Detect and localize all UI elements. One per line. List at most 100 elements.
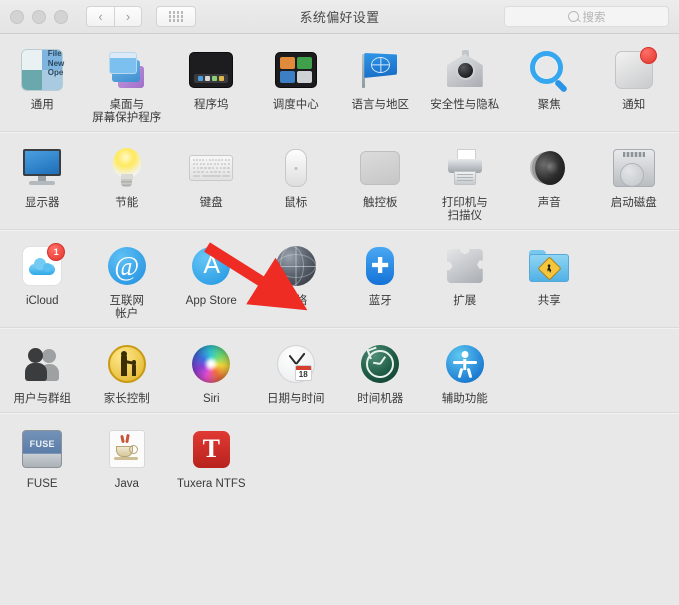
- spotlight-icon: [525, 46, 573, 94]
- pane-label: 家长控制: [103, 393, 150, 405]
- chevron-left-icon: ‹: [98, 9, 103, 24]
- back-button[interactable]: ‹: [86, 6, 114, 27]
- pane-energy-saver[interactable]: 节能: [85, 144, 170, 210]
- icloud-icon: 1: [18, 242, 66, 290]
- app-store-icon: A: [187, 242, 235, 290]
- fuse-icon: FUSE: [18, 425, 66, 473]
- close-button[interactable]: [10, 9, 24, 24]
- pane-label: 时间机器: [357, 393, 404, 405]
- preference-panes-grid: File New Ope 通用 桌面与 屏幕保护程序 程序坞 调度中心 语言与地…: [0, 34, 679, 605]
- keyboard-icon: [187, 144, 235, 192]
- pane-users-groups[interactable]: 用户与群组: [0, 340, 85, 406]
- pane-startup-disk[interactable]: 启动磁盘: [592, 144, 677, 210]
- pane-general[interactable]: File New Ope 通用: [0, 46, 85, 112]
- pane-security-privacy[interactable]: 安全性与隐私: [423, 46, 508, 112]
- printers-scanners-icon: [441, 144, 489, 192]
- pane-label: iCloud: [25, 295, 59, 307]
- mouse-icon: [272, 144, 320, 192]
- pane-bluetooth[interactable]: ✚ 蓝牙: [338, 242, 423, 308]
- window-toolbar: ‹ › 系统偏好设置 搜索: [0, 0, 679, 34]
- pane-sound[interactable]: 声音: [507, 144, 592, 210]
- pane-java[interactable]: Java: [85, 425, 170, 491]
- pane-row-5: FUSE FUSE Java T Tuxera NTFS: [0, 413, 679, 497]
- pane-accessibility[interactable]: 辅助功能: [423, 340, 508, 406]
- pane-printers-scanners[interactable]: 打印机与 扫描仪: [423, 144, 508, 223]
- pane-label: 蓝牙: [368, 295, 392, 307]
- pane-desktop-screensaver[interactable]: 桌面与 屏幕保护程序: [85, 46, 170, 125]
- pane-parental-controls[interactable]: 家长控制: [85, 340, 170, 406]
- pane-label: 安全性与隐私: [430, 99, 500, 111]
- pane-label: 显示器: [25, 197, 60, 209]
- pane-row-1: File New Ope 通用 桌面与 屏幕保护程序 程序坞 调度中心 语言与地…: [0, 34, 679, 132]
- search-input[interactable]: 搜索: [504, 6, 669, 27]
- pane-extensions[interactable]: 扩展: [423, 242, 508, 308]
- tuxera-ntfs-icon: T: [187, 425, 235, 473]
- pane-notifications[interactable]: 通知: [592, 46, 677, 112]
- language-region-icon: [356, 46, 404, 94]
- pane-siri[interactable]: Siri: [169, 340, 254, 406]
- pane-label: 日期与时间: [267, 393, 325, 405]
- pane-tuxera-ntfs[interactable]: T Tuxera NTFS: [169, 425, 254, 491]
- search-placeholder: 搜索: [582, 11, 606, 24]
- icloud-badge: 1: [47, 243, 66, 261]
- sound-icon: [525, 144, 573, 192]
- pane-row-3: 1 iCloud @ 互联网 帐户 A App Store 网络 ✚ 蓝牙 扩展…: [0, 230, 679, 328]
- pane-label: 聚焦: [537, 99, 561, 111]
- network-icon: [272, 242, 320, 290]
- zoom-button[interactable]: [54, 9, 68, 24]
- pane-label: Siri: [202, 393, 220, 405]
- pane-label: 网络: [284, 295, 308, 307]
- pane-icloud[interactable]: 1 iCloud: [0, 242, 85, 308]
- navigation-buttons: ‹ ›: [86, 6, 142, 27]
- traffic-light-buttons: [10, 9, 68, 24]
- pane-label: 用户与群组: [13, 393, 72, 405]
- pane-network[interactable]: 网络: [254, 242, 339, 308]
- internet-accounts-icon: @: [103, 242, 151, 290]
- desktop-screensaver-icon: [103, 46, 151, 94]
- pane-label: App Store: [185, 295, 237, 307]
- users-groups-icon: [18, 340, 66, 388]
- pane-label: 桌面与 屏幕保护程序: [92, 99, 162, 124]
- forward-button[interactable]: ›: [114, 6, 142, 27]
- minimize-button[interactable]: [32, 9, 46, 24]
- pane-internet-accounts[interactable]: @ 互联网 帐户: [85, 242, 170, 321]
- pane-displays[interactable]: 显示器: [0, 144, 85, 210]
- trackpad-icon: [356, 144, 404, 192]
- pane-label: 调度中心: [272, 99, 319, 111]
- pane-label: 触控板: [363, 197, 398, 209]
- energy-saver-icon: [103, 144, 151, 192]
- pane-spotlight[interactable]: 聚焦: [507, 46, 592, 112]
- pane-label: 通知: [622, 99, 646, 111]
- pane-sharing[interactable]: 共享: [507, 242, 592, 308]
- pane-mouse[interactable]: 鼠标: [254, 144, 339, 210]
- grid-icon: [168, 11, 184, 22]
- sharing-icon: [525, 242, 573, 290]
- system-preferences-window: ‹ › 系统偏好设置 搜索 File New Ope 通用 桌面与 屏幕保护程序…: [0, 0, 679, 605]
- startup-disk-icon: [610, 144, 658, 192]
- pane-row-4: 用户与群组 家长控制 Siri 18 日期与时间 时间机器 辅助功能: [0, 328, 679, 413]
- pane-app-store[interactable]: A App Store: [169, 242, 254, 308]
- general-icon: File New Ope: [18, 46, 66, 94]
- pane-fuse[interactable]: FUSE FUSE: [0, 425, 85, 491]
- pane-label: 扩展: [453, 295, 477, 307]
- pane-mission-control[interactable]: 调度中心: [254, 46, 339, 112]
- pane-label: 辅助功能: [441, 393, 488, 405]
- bluetooth-icon: ✚: [356, 242, 404, 290]
- notifications-icon: [610, 46, 658, 94]
- date-time-icon: 18: [272, 340, 320, 388]
- pane-dock[interactable]: 程序坞: [169, 46, 254, 112]
- pane-language-region[interactable]: 语言与地区: [338, 46, 423, 112]
- pane-label: 启动磁盘: [610, 197, 657, 209]
- pane-time-machine[interactable]: 时间机器: [338, 340, 423, 406]
- show-all-button[interactable]: [156, 6, 196, 27]
- pane-row-2: 显示器 节能 键盘 鼠标 触控板 打印机与 扫描仪 声音 启动磁盘: [0, 132, 679, 230]
- pane-date-time[interactable]: 18 日期与时间: [254, 340, 339, 406]
- siri-icon: [187, 340, 235, 388]
- search-icon: [567, 11, 579, 22]
- pane-label: 共享: [537, 295, 561, 307]
- pane-trackpad[interactable]: 触控板: [338, 144, 423, 210]
- dock-icon: [187, 46, 235, 94]
- displays-icon: [18, 144, 66, 192]
- accessibility-icon: [441, 340, 489, 388]
- pane-keyboard[interactable]: 键盘: [169, 144, 254, 210]
